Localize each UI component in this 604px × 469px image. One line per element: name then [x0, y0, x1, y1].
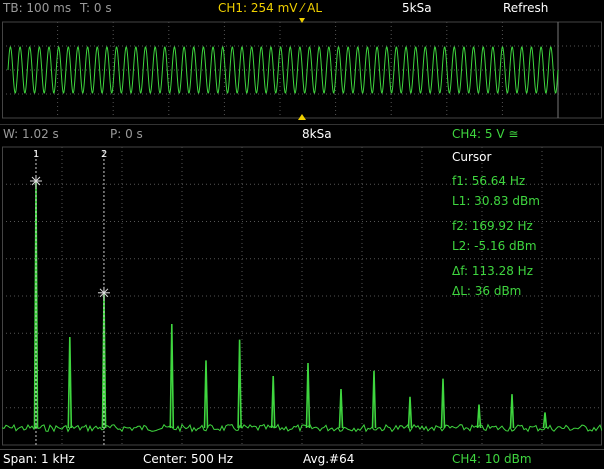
cursor-f1: f1: 56.64 Hz: [452, 174, 526, 188]
cursor-2-label: 2: [101, 149, 107, 160]
channel1-readout[interactable]: CH1: 254 mV ⁄ AL: [218, 0, 322, 16]
top-status-bar: TB: 100 ms T: 0 s CH1: 254 mV ⁄ AL 5kSa …: [0, 0, 604, 18]
position-readout[interactable]: P: 0 s: [110, 125, 143, 143]
cursor-f2: f2: 169.92 Hz: [452, 219, 533, 233]
center-readout[interactable]: Center: 500 Hz: [143, 450, 233, 469]
cursor-l1: L1: 30.83 dBm: [452, 194, 540, 208]
span-readout[interactable]: Span: 1 kHz: [3, 450, 75, 469]
time-domain-plot: [2, 18, 602, 122]
timebase-readout[interactable]: TB: 100 ms: [3, 0, 71, 16]
zoom-status-bar: W: 1.02 s P: 0 s 8kSa CH4: 5 V ≅: [0, 124, 604, 145]
cursor-readout-panel: Cursor f1: 56.64 Hz L1: 30.83 dBm f2: 16…: [448, 146, 602, 306]
cursor-l2: L2: -5.16 dBm: [452, 239, 537, 253]
cursor-title: Cursor: [452, 150, 492, 164]
cursor-delta-l: ΔL: 36 dBm: [452, 284, 522, 298]
trigger-time-readout[interactable]: T: 0 s: [80, 0, 112, 16]
cursor-delta-f: Δf: 113.28 Hz: [452, 264, 533, 278]
channel4-readout[interactable]: CH4: 5 V ≅: [452, 125, 518, 143]
time-domain-panel[interactable]: [2, 18, 602, 122]
average-readout[interactable]: Avg.#64: [303, 450, 354, 469]
bottom-status-bar: Span: 1 kHz Center: 500 Hz Avg.#64 CH4: …: [0, 449, 604, 469]
acquisition-mode[interactable]: Refresh: [503, 0, 548, 16]
window-readout[interactable]: W: 1.02 s: [3, 125, 59, 143]
sample-rate-readout: 5kSa: [402, 1, 432, 15]
zoom-sample-rate: 8kSa: [302, 127, 332, 141]
cursor-1-label: 1: [33, 149, 39, 160]
channel4-scale-readout[interactable]: CH4: 10 dBm: [452, 450, 532, 469]
